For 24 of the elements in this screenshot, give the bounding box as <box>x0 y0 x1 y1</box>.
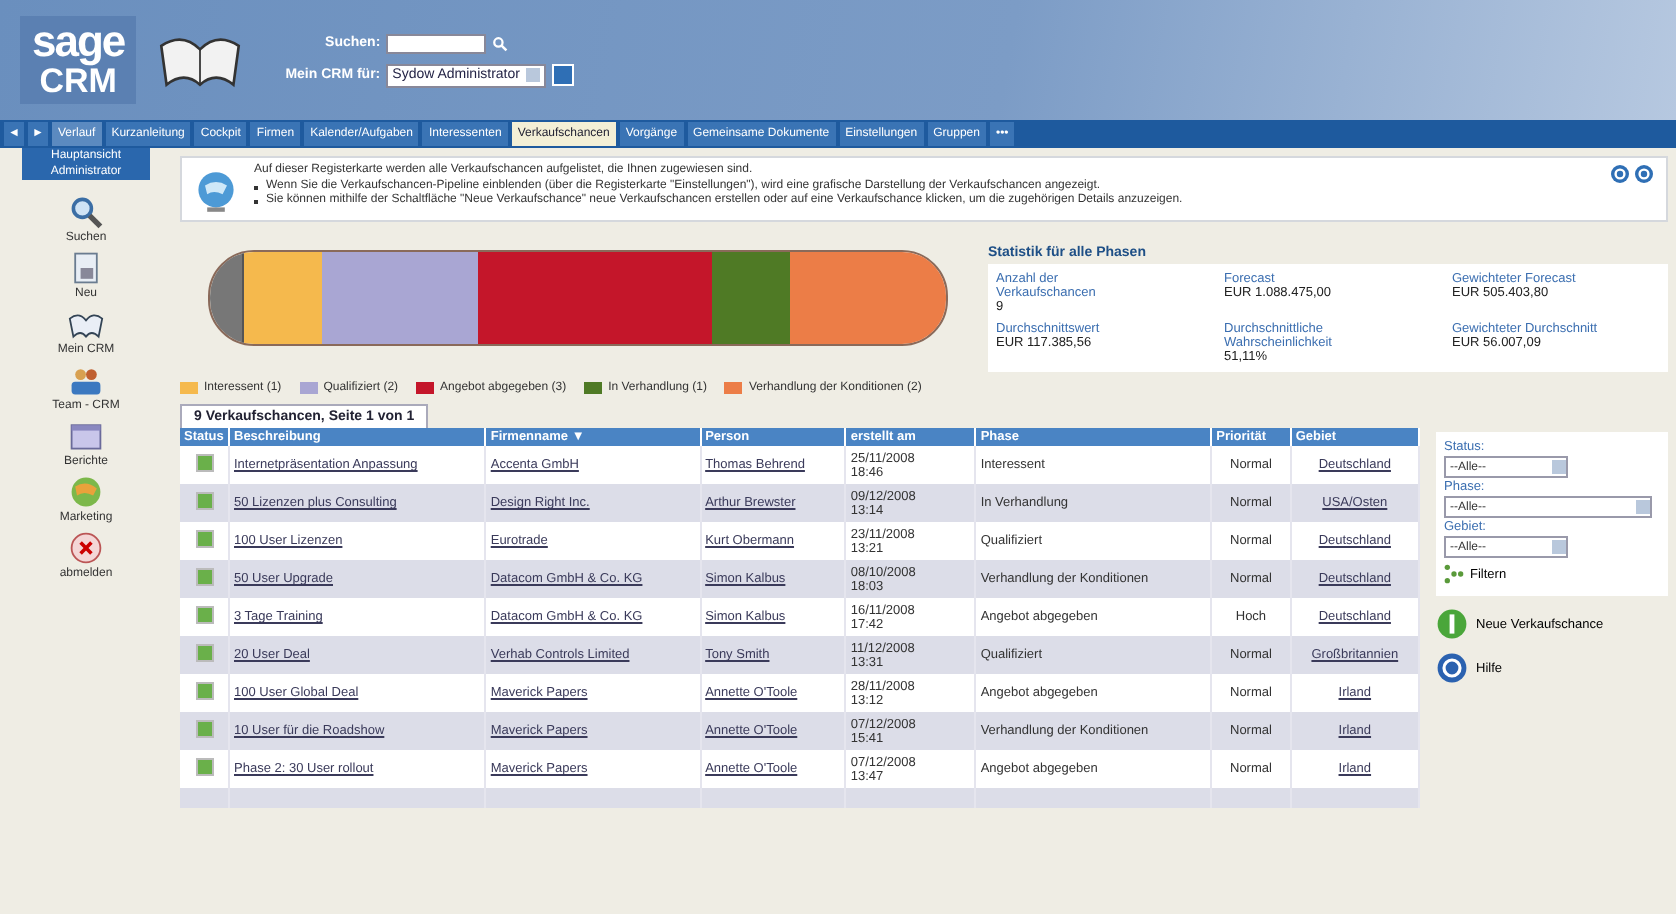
status-icon <box>195 568 213 586</box>
status-icon <box>195 530 213 548</box>
search-field[interactable] <box>386 33 487 53</box>
report-icon <box>67 418 104 454</box>
logo-text: sage <box>32 20 125 64</box>
status-icon <box>195 454 213 472</box>
document-icon <box>68 250 104 286</box>
logout-icon <box>67 530 104 566</box>
globe-icon <box>194 170 238 214</box>
status-icon <box>195 492 213 510</box>
search-icon <box>67 194 104 230</box>
pipeline-segment[interactable] <box>790 252 946 344</box>
status-icon <box>195 758 213 776</box>
filter-icon <box>1444 564 1464 584</box>
status-icon <box>195 606 213 624</box>
pipeline-end <box>210 252 244 344</box>
status-icon <box>195 682 213 700</box>
logo-text: CRM <box>39 64 117 100</box>
new-icon <box>1436 608 1468 640</box>
status-icon <box>195 720 213 738</box>
globe-icon <box>68 474 104 510</box>
status-icon <box>195 644 213 662</box>
search-icon[interactable] <box>492 35 509 51</box>
go-button[interactable] <box>551 64 574 86</box>
